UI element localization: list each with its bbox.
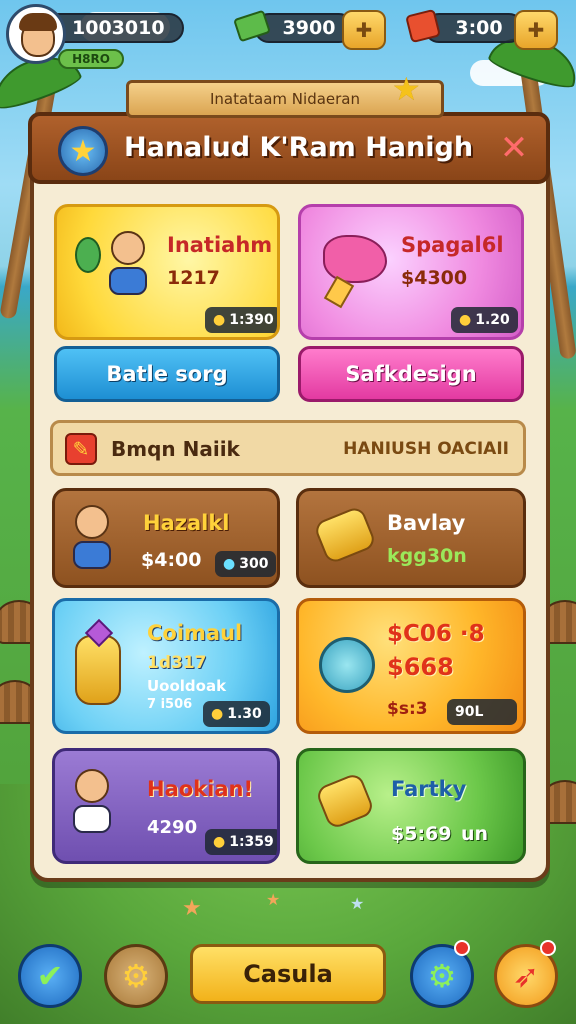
close-button[interactable]: ✕ <box>494 128 534 168</box>
gear-icon: ⚙ <box>121 957 151 995</box>
gold-bar-icon <box>312 504 378 566</box>
shop-card[interactable]: Fartky $5:69 un <box>296 748 526 864</box>
character-body <box>73 541 111 569</box>
gem-icon: ● <box>223 556 236 572</box>
shop-card[interactable]: Spagal6l $4300 ● 1.20 <box>298 204 524 340</box>
card-title: Haokian! <box>147 777 254 801</box>
star-decoration: ★ <box>350 894 365 913</box>
card-title: Fartky <box>391 777 467 801</box>
design-button[interactable]: Safkdesign <box>298 346 524 402</box>
rocket-icon: ➶ <box>512 957 540 995</box>
coin-amount: 1003010 <box>72 17 165 39</box>
shop-card[interactable]: Bavlay kgg30n <box>296 488 526 588</box>
shop-title: Hanalud K'Ram Hanigh <box>124 132 474 163</box>
card-price: $5:69 <box>391 823 452 845</box>
main-action-button[interactable]: Casula <box>190 944 386 1004</box>
card-value: kgg30n <box>387 545 467 567</box>
price-tag: ● 1:390 <box>205 307 277 333</box>
section-bar: ✎ Bmqn Naiik HANIUSH OACIAII <box>50 420 526 476</box>
puzzle-icon: ✚ <box>527 18 545 42</box>
coin-icon: ● <box>459 312 472 328</box>
card-subtext: Uooldoak <box>147 677 227 695</box>
card-title: Bavlay <box>387 511 466 535</box>
section-title: Bmqn Naiik <box>111 437 240 461</box>
section-subtitle: HANIUSH OACIAII <box>343 439 509 459</box>
price-value: 1.30 <box>227 706 262 722</box>
coin-icon: ● <box>213 834 226 850</box>
card-title: Inatiahm <box>167 233 273 257</box>
top-hud: 1003010 H8RO 3900 ✚ 3:00 ✚ <box>0 0 576 80</box>
price-value: 300 <box>239 556 269 572</box>
add-cash-button[interactable]: ✚ <box>342 10 386 50</box>
player-avatar[interactable] <box>6 4 66 64</box>
settings-button[interactable]: ⚙ <box>104 944 168 1008</box>
price-tag: ● 1:359 <box>205 829 277 855</box>
level-badge: H8RO <box>58 49 124 69</box>
card-value: 4290 <box>147 817 198 838</box>
card-title: Spagal6l <box>401 233 504 257</box>
checkmark-icon: ✔ <box>36 957 64 995</box>
price-value: 1:359 <box>229 834 274 850</box>
coin-icon: ● <box>213 312 226 328</box>
star-decoration: ★ <box>182 896 202 921</box>
add-gift-button[interactable]: ✚ <box>514 10 558 50</box>
card-value: $668 <box>387 653 454 681</box>
star-icon: ★ <box>392 70 421 108</box>
ribbon-text: Inatataam Nidaeran <box>209 90 361 108</box>
character-head <box>111 231 145 265</box>
price-value: 90L <box>455 704 484 720</box>
compass-icon <box>319 637 375 693</box>
card-price-suffix: un <box>461 823 489 845</box>
star-badge-icon: ★ <box>58 126 108 176</box>
button-label: Casula <box>243 960 333 988</box>
notification-dot <box>540 940 556 956</box>
avatar-hair <box>19 13 57 31</box>
shop-header: ★ Hanalud K'Ram Hanigh ✕ <box>28 112 550 184</box>
card-value: 1217 <box>167 267 220 289</box>
shop-card[interactable]: Hazalkl $4:00 ● 300 <box>52 488 280 588</box>
price-value: 1.20 <box>475 312 510 328</box>
shop-card[interactable]: Coimaul 1d317 Uooldoak 7 i506 ● 1.30 <box>52 598 280 734</box>
pencil-icon: ✎ <box>65 433 97 465</box>
shop-card[interactable]: Inatiahm 1217 ● 1:390 <box>54 204 280 340</box>
button-label: Safkdesign <box>345 362 477 386</box>
fish-hat-icon <box>323 235 387 283</box>
card-value: $4300 <box>401 267 468 289</box>
star-decoration: ★ <box>266 890 281 909</box>
price-tag: ● 300 <box>215 551 277 577</box>
card-price: $4:00 <box>141 549 202 571</box>
shop-card[interactable]: Haokian! 4290 ● 1:359 <box>52 748 280 864</box>
card-price: $s:3 <box>387 699 428 719</box>
card-title: Coimaul <box>147 621 243 645</box>
card-title: Hazalkl <box>143 511 230 535</box>
cash-amount: 3900 <box>282 17 336 39</box>
notification-dot <box>454 940 470 956</box>
gear-icon: ⚙ <box>427 957 457 995</box>
price-value: 1:390 <box>229 312 274 328</box>
shop-card[interactable]: $C06 ·8 $668 $s:3 90L <box>296 598 526 734</box>
card-title: $C06 ·8 <box>387 621 485 647</box>
gift-timer-value: 3:00 <box>455 17 503 39</box>
puzzle-icon: ✚ <box>355 18 373 42</box>
confirm-button[interactable]: ✔ <box>18 944 82 1008</box>
maraca-icon <box>75 237 101 273</box>
price-tag: ● 1.20 <box>451 307 518 333</box>
card-subtext: 7 i506 <box>147 697 193 712</box>
coin-icon: ● <box>211 706 224 722</box>
button-label: Batle sorg <box>106 362 228 386</box>
price-tag: 90L <box>447 699 517 725</box>
character-body <box>73 805 111 833</box>
character-head <box>75 505 109 539</box>
character-body <box>109 267 147 295</box>
price-tag: ● 1.30 <box>203 701 270 727</box>
battle-song-button[interactable]: Batle sorg <box>54 346 280 402</box>
gold-bar-icon <box>314 771 376 831</box>
card-value: 1d317 <box>147 653 207 673</box>
close-icon: ✕ <box>499 128 529 168</box>
character-head <box>75 769 109 803</box>
